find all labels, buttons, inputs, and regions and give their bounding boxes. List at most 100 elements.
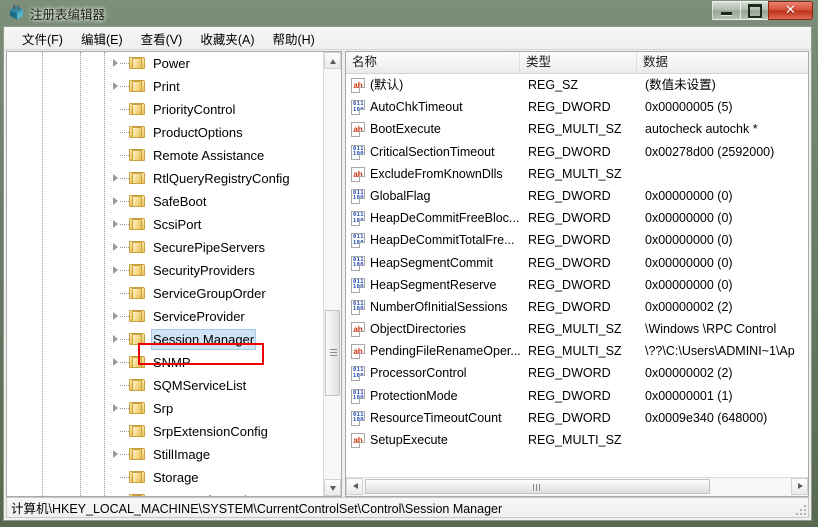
tree-item-securepipeservers[interactable]: SecurePipeServers — [7, 236, 323, 259]
tree-connector-line — [120, 109, 129, 111]
tree-item-scsiport[interactable]: ScsiPort — [7, 213, 323, 236]
tree-item-storage[interactable]: Storage — [7, 466, 323, 489]
registry-values-pane[interactable]: 名称 类型 数据 ab (默认) REG_SZ (数值未设置) 011 100 AutoCh… — [345, 51, 809, 497]
list-column-headers: 名称 类型 数据 — [346, 52, 808, 74]
tree-item-label: ProductOptions — [153, 125, 243, 140]
list-horizontal-scrollbar[interactable] — [346, 477, 808, 496]
value-name-cell: NumberOfInitialSessions — [370, 299, 508, 314]
tree-item-prioritycontrol[interactable]: PriorityControl — [7, 98, 323, 121]
tree-item-systeminformation[interactable]: SystemInformation — [7, 489, 323, 496]
expand-triangle-icon[interactable] — [111, 220, 120, 229]
tree-item-snmp[interactable]: SNMP — [7, 351, 323, 374]
tree-item-servicegrouporder[interactable]: ServiceGroupOrder — [7, 282, 323, 305]
tree-item-productoptions[interactable]: ProductOptions — [7, 121, 323, 144]
minimize-button[interactable] — [712, 1, 741, 20]
expand-triangle-icon[interactable] — [111, 312, 120, 321]
tree-connector-line — [120, 385, 129, 387]
tree-connector-line — [120, 431, 129, 433]
expand-triangle-icon[interactable] — [111, 335, 120, 344]
registry-value-row[interactable]: ab (默认) REG_SZ (数值未设置) — [346, 74, 808, 96]
expand-triangle-icon[interactable] — [111, 82, 120, 91]
expand-triangle-icon[interactable] — [111, 59, 120, 68]
expand-triangle-icon[interactable] — [111, 197, 120, 206]
registry-value-row[interactable]: 011 100 HeapSegmentCommit REG_DWORD 0x000000… — [346, 252, 808, 274]
string-value-icon: ab — [351, 322, 365, 338]
registry-value-row[interactable]: 011 100 CriticalSectionTimeout REG_DWORD 0x0… — [346, 141, 808, 163]
expand-triangle-icon[interactable] — [111, 450, 120, 459]
folder-icon — [129, 56, 145, 70]
tree-item-safeboot[interactable]: SafeBoot — [7, 190, 323, 213]
list-scroll-left-button[interactable] — [346, 478, 363, 495]
folder-icon — [129, 401, 145, 415]
registry-value-row[interactable]: 011 100 HeapDeCommitFreeBloc... REG_DWORD 0x… — [346, 207, 808, 229]
folder-icon — [129, 470, 145, 484]
registry-value-row[interactable]: 011 100 GlobalFlag REG_DWORD 0x00000000 (0) — [346, 185, 808, 207]
expand-triangle-icon[interactable] — [111, 266, 120, 275]
menu-help[interactable]: 帮助(H) — [263, 27, 323, 50]
tree-item-serviceprovider[interactable]: ServiceProvider — [7, 305, 323, 328]
registry-value-row[interactable]: ab PendingFileRenameOper... REG_MULTI_SZ \?… — [346, 340, 808, 362]
tree-scroll-down-button[interactable] — [324, 479, 341, 496]
registry-value-row[interactable]: 011 100 HeapSegmentReserve REG_DWORD 0x00000… — [346, 274, 808, 296]
tree-item-print[interactable]: Print — [7, 75, 323, 98]
tree-vertical-scrollbar[interactable] — [323, 52, 341, 496]
tree-scroll-up-button[interactable] — [324, 52, 341, 69]
registry-value-row[interactable]: ab ObjectDirectories REG_MULTI_SZ \Windows … — [346, 318, 808, 340]
value-data-cell: 0x00000000 (0) — [645, 255, 733, 270]
tree-item-label: SrpExtensionConfig — [153, 424, 268, 439]
tree-connector-line — [120, 316, 129, 318]
tree-branch-stub — [111, 289, 120, 298]
expand-triangle-icon[interactable] — [111, 174, 120, 183]
column-header-type[interactable]: 类型 — [520, 52, 637, 73]
registry-value-row[interactable]: 011 100 ProtectionMode REG_DWORD 0x00000001 … — [346, 385, 808, 407]
string-value-icon: ab — [351, 78, 365, 93]
close-button[interactable]: ✕ — [768, 1, 813, 20]
menu-favorites[interactable]: 收藏夹(A) — [191, 27, 263, 50]
menu-edit[interactable]: 编辑(E) — [72, 27, 132, 50]
registry-value-row[interactable]: 011 100 HeapDeCommitTotalFre... REG_DWORD 0x… — [346, 229, 808, 251]
registry-value-row[interactable]: 011 100 ProcessorControl REG_DWORD 0x0000000… — [346, 362, 808, 384]
tree-item-srp[interactable]: Srp — [7, 397, 323, 420]
maximize-button[interactable] — [740, 1, 769, 20]
list-scroll-thumb[interactable] — [365, 479, 710, 494]
tree-item-label: SecurityProviders — [153, 263, 255, 278]
folder-icon — [129, 171, 145, 185]
dword-value-icon: 011 100 — [351, 188, 365, 204]
column-header-name[interactable]: 名称 — [346, 52, 520, 73]
registry-value-row[interactable]: ab ExcludeFromKnownDlls REG_MULTI_SZ — [346, 163, 808, 185]
title-bar[interactable]: 注册表编辑器 ✕ — [0, 0, 818, 25]
tree-item-label: Session Manager — [151, 329, 257, 350]
registry-value-row[interactable]: 011 100 AutoChkTimeout REG_DWORD 0x00000005 … — [346, 96, 808, 118]
tree-item-session-manager[interactable]: Session Manager — [7, 328, 323, 351]
tree-item-securityproviders[interactable]: SecurityProviders — [7, 259, 323, 282]
status-bar: 计算机\HKEY_LOCAL_MACHINE\SYSTEM\CurrentCon… — [6, 497, 809, 518]
dword-value-icon: 011 100 — [351, 388, 365, 404]
registry-value-row[interactable]: ab BootExecute REG_MULTI_SZ autocheck autoc… — [346, 118, 808, 140]
value-name-cell: PendingFileRenameOper... — [370, 344, 521, 359]
tree-scroll-thumb[interactable] — [325, 310, 340, 396]
value-data-cell: 0x00278d00 (2592000) — [645, 144, 775, 159]
folder-icon — [129, 355, 145, 369]
list-scroll-right-button[interactable] — [791, 478, 808, 495]
menu-view[interactable]: 查看(V) — [132, 27, 192, 50]
tree-item-sqmservicelist[interactable]: SQMServiceList — [7, 374, 323, 397]
registry-value-row[interactable]: 011 100 NumberOfInitialSessions REG_DWORD 0x… — [346, 296, 808, 318]
expand-triangle-icon[interactable] — [111, 404, 120, 413]
registry-tree-pane[interactable]: Power Print PriorityControl ProductOptions R… — [6, 51, 342, 497]
column-header-data[interactable]: 数据 — [637, 52, 808, 73]
tree-item-label: RtlQueryRegistryConfig — [153, 171, 290, 186]
tree-item-remote-assistance[interactable]: Remote Assistance — [7, 144, 323, 167]
folder-icon — [129, 424, 145, 438]
menu-file[interactable]: 文件(F) — [13, 27, 72, 50]
folder-icon — [129, 493, 145, 496]
tree-item-label: SQMServiceList — [153, 378, 247, 393]
tree-item-stillimage[interactable]: StillImage — [7, 443, 323, 466]
value-name-cell: HeapSegmentReserve — [370, 277, 497, 292]
expand-triangle-icon[interactable] — [111, 243, 120, 252]
tree-item-power[interactable]: Power — [7, 52, 323, 75]
tree-item-rtlqueryregistryconfig[interactable]: RtlQueryRegistryConfig — [7, 167, 323, 190]
registry-value-row[interactable]: 011 100 ResourceTimeoutCount REG_DWORD 0x000… — [346, 407, 808, 429]
registry-value-row[interactable]: ab SetupExecute REG_MULTI_SZ — [346, 429, 808, 451]
tree-item-srpextensionconfig[interactable]: SrpExtensionConfig — [7, 420, 323, 443]
expand-triangle-icon[interactable] — [111, 358, 120, 367]
